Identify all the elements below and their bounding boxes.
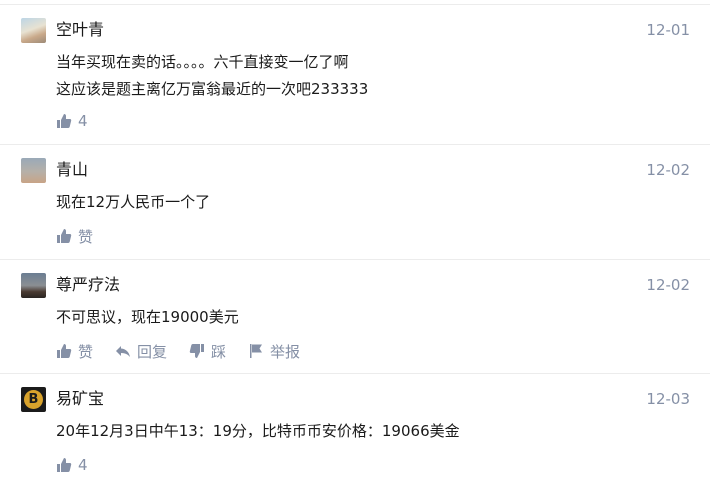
comment-item: B 易矿宝 12-03 20年12月3日中午13：19分，比特币币安价格：190… [0,373,710,483]
comment-line: 20年12月3日中午13：19分，比特币币安价格：19066美金 [56,422,460,440]
comment-actions: 4 [56,454,110,476]
comment-actions: 赞 回复 踩 举报 [56,340,322,362]
comment-actions: 4 [56,110,110,132]
comment-line: 这应该是题主离亿万富翁最近的一次吧233333 [56,80,369,98]
like-button[interactable]: 4 [56,456,88,474]
like-button[interactable]: 赞 [56,341,93,362]
reply-button[interactable]: 回复 [115,341,167,362]
bitcoin-icon: B [24,390,43,409]
author-name[interactable]: 尊严疗法 [56,273,120,297]
comment-item: 青山 12-02 现在12万人民币一个了 赞 [0,144,710,260]
author-name[interactable]: 易矿宝 [56,387,104,411]
comment-line: 不可思议，现在19000美元 [56,308,239,326]
like-label: 赞 [78,342,94,361]
like-label: 赞 [78,227,94,246]
thumbs-up-icon [57,344,72,358]
comment-time: 12-03 [646,390,690,408]
comment-content: 现在12万人民币一个了 [56,189,210,216]
report-label: 举报 [270,342,301,361]
bitcoin-avatar[interactable]: B [21,387,46,412]
flag-icon [250,344,263,358]
comment-content: 20年12月3日中午13：19分，比特币币安价格：19066美金 [56,418,460,445]
like-count: 4 [78,112,88,130]
dislike-label: 踩 [211,342,227,361]
comment-line: 当年买现在卖的话。。。。六千直接变一亿了啊 [56,53,349,71]
reply-label: 回复 [137,342,168,361]
avatar[interactable] [21,273,46,298]
like-button[interactable]: 4 [56,112,88,130]
avatar[interactable] [21,158,46,183]
thumbs-up-icon [57,229,72,243]
comment-item: 空叶青 12-01 当年买现在卖的话。。。。六千直接变一亿了啊 这应该是题主离亿… [0,4,710,145]
thumbs-up-icon [57,458,72,472]
like-count: 4 [78,456,88,474]
comment-time: 12-02 [646,161,690,179]
like-button[interactable]: 赞 [56,226,93,247]
dislike-button[interactable]: 踩 [189,341,226,362]
comment-line: 现在12万人民币一个了 [56,193,211,211]
comment-time: 12-02 [646,276,690,294]
comment-time: 12-01 [646,21,690,39]
avatar[interactable] [21,18,46,43]
comment-content: 当年买现在卖的话。。。。六千直接变一亿了啊 这应该是题主离亿万富翁最近的一次吧2… [56,49,368,103]
author-name[interactable]: 青山 [56,158,88,182]
reply-arrow-icon [116,346,131,357]
report-button[interactable]: 举报 [248,341,300,362]
thumbs-up-icon [57,114,72,128]
comment-item: 尊严疗法 12-02 不可思议，现在19000美元 赞 回复 踩 举报 [0,259,710,374]
comment-actions: 赞 [56,225,115,247]
thumbs-down-icon [189,344,205,358]
comment-content: 不可思议，现在19000美元 [56,304,239,331]
author-name[interactable]: 空叶青 [56,18,104,42]
